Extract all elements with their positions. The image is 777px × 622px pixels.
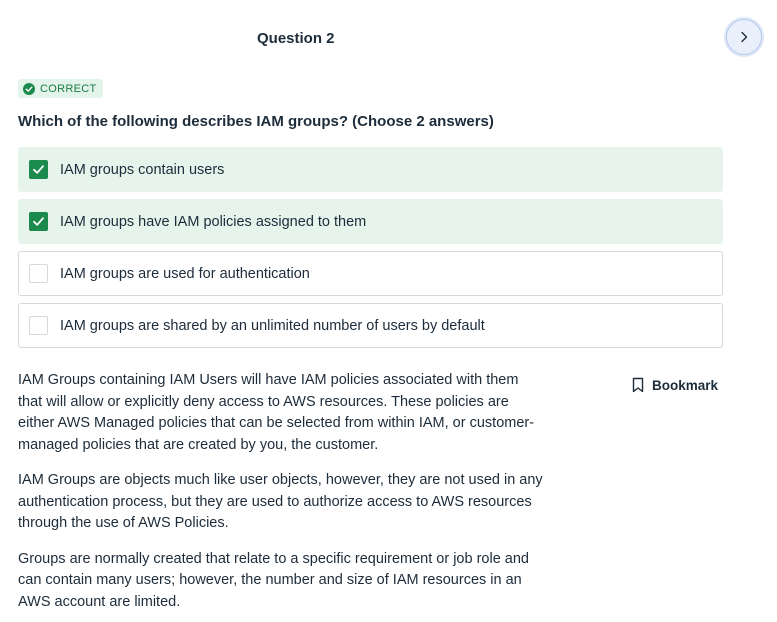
- checkbox-checked[interactable]: [29, 160, 48, 179]
- answer-option-1[interactable]: IAM groups contain users: [18, 147, 723, 192]
- answer-option-label: IAM groups are used for authentication: [60, 265, 310, 282]
- answer-option-label: IAM groups have IAM policies assigned to…: [60, 213, 367, 230]
- next-question-button[interactable]: [726, 19, 762, 55]
- bookmark-button[interactable]: Bookmark: [632, 377, 718, 393]
- question-title: Question 2: [257, 30, 335, 47]
- answer-option-2[interactable]: IAM groups have IAM policies assigned to…: [18, 199, 723, 244]
- bookmark-label: Bookmark: [652, 377, 719, 393]
- check-circle-icon: [23, 82, 35, 95]
- bookmark-icon: [632, 377, 644, 393]
- checkmark-icon: [33, 217, 44, 226]
- answer-option-label: IAM groups are shared by an unlimited nu…: [60, 317, 485, 334]
- question-prompt: Which of the following describes IAM gro…: [18, 113, 494, 130]
- checkbox-checked[interactable]: [29, 212, 48, 231]
- explanation-paragraph: IAM Groups are objects much like user ob…: [18, 472, 543, 531]
- checkbox-unchecked[interactable]: [29, 264, 48, 283]
- answer-option-label: IAM groups contain users: [60, 161, 225, 178]
- checkmark-icon: [33, 165, 44, 174]
- answer-options: IAM groups contain users IAM groups have…: [18, 147, 723, 355]
- chevron-right-icon: [741, 31, 748, 43]
- checkbox-unchecked[interactable]: [29, 316, 48, 335]
- status-badge: CORRECT: [18, 79, 103, 98]
- quiz-review-page: Question 2 CORRECT Which of the followin…: [0, 0, 777, 622]
- answer-option-3[interactable]: IAM groups are used for authentication: [18, 251, 723, 296]
- explanation-paragraph: Groups are normally created that relate …: [18, 550, 529, 610]
- explanation: IAM Groups containing IAM Users will hav…: [18, 370, 543, 622]
- status-label: CORRECT: [40, 82, 97, 95]
- answer-option-4[interactable]: IAM groups are shared by an unlimited nu…: [18, 303, 723, 348]
- explanation-paragraph: IAM Groups containing IAM Users will hav…: [18, 372, 535, 453]
